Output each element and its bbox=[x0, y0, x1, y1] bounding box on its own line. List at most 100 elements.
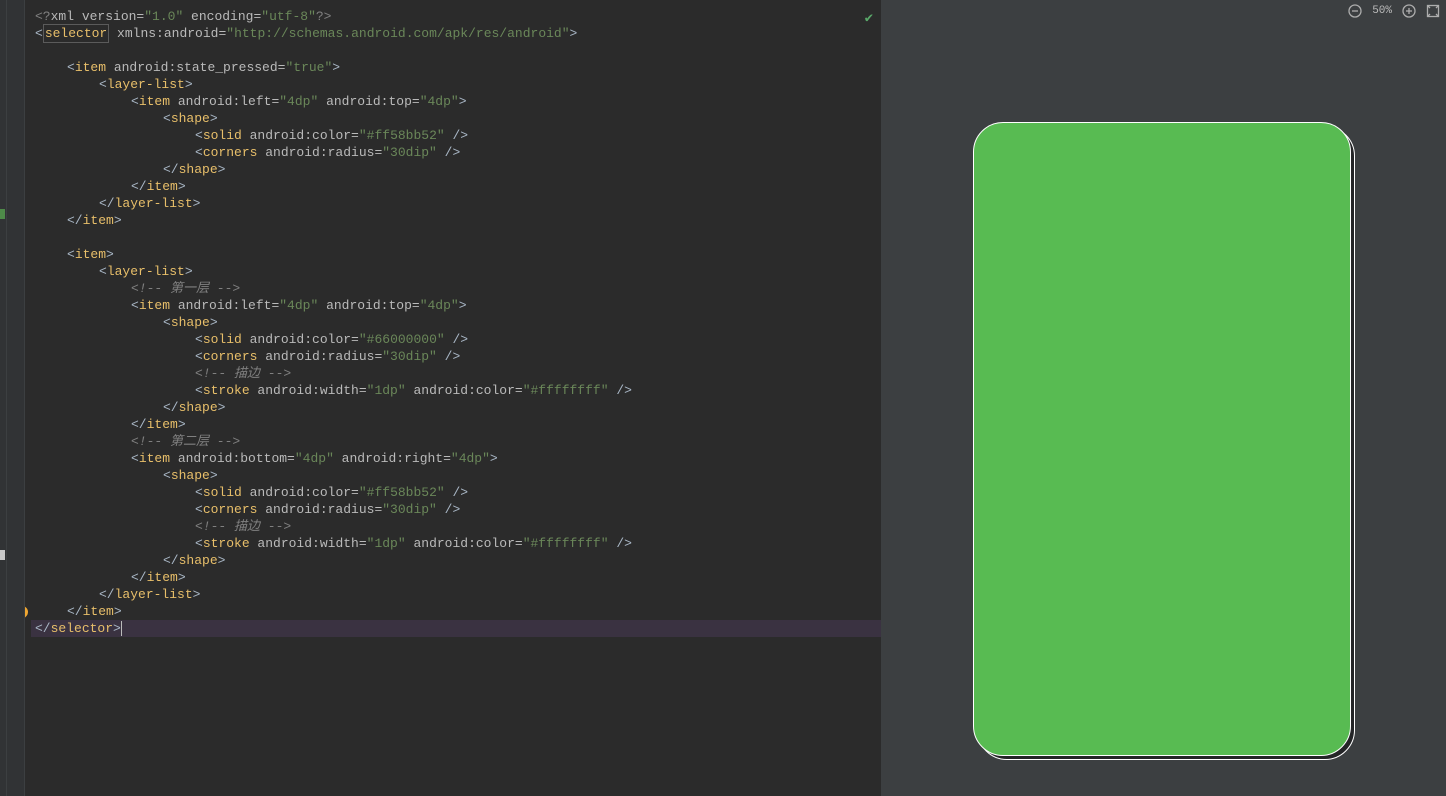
code-token: < bbox=[195, 535, 203, 552]
code-token: < bbox=[131, 297, 139, 314]
code-token: stroke bbox=[203, 382, 250, 399]
code-token: layer-list bbox=[115, 195, 193, 212]
code-line[interactable] bbox=[31, 42, 881, 59]
code-token: "utf-8" bbox=[261, 8, 316, 25]
code-line[interactable]: </item> bbox=[31, 178, 881, 195]
code-token: item bbox=[139, 450, 170, 467]
code-token: > bbox=[570, 25, 578, 42]
preview-toolbar: 50% bbox=[1346, 2, 1442, 20]
code-token: /> bbox=[445, 331, 468, 348]
code-token: > bbox=[185, 76, 193, 93]
code-token: < bbox=[99, 76, 107, 93]
code-token: "4dp" bbox=[279, 93, 318, 110]
code-token: < bbox=[195, 382, 203, 399]
code-token: item bbox=[139, 93, 170, 110]
code-line[interactable]: </shape> bbox=[31, 161, 881, 178]
code-token: xml version= bbox=[51, 8, 145, 25]
code-line[interactable]: <item android:state_pressed="true"> bbox=[31, 59, 881, 76]
code-token: < bbox=[131, 93, 139, 110]
code-token: ?> bbox=[316, 8, 332, 25]
code-line[interactable]: <!-- 描边 --> bbox=[31, 365, 881, 382]
code-line[interactable]: <selector xmlns:android="http://schemas.… bbox=[31, 25, 881, 42]
code-token: "4dp" bbox=[420, 93, 459, 110]
code-line[interactable]: <solid android:color="#ff58bb52" /> bbox=[31, 127, 881, 144]
code-line[interactable]: <?xml version="1.0" encoding="utf-8"?> bbox=[31, 8, 881, 25]
code-token: "4dp" bbox=[295, 450, 334, 467]
code-token: "30dip" bbox=[382, 144, 437, 161]
code-token: < bbox=[163, 314, 171, 331]
code-token: < bbox=[195, 127, 203, 144]
code-token: android:color= bbox=[406, 382, 523, 399]
code-token: android:radius= bbox=[257, 348, 382, 365]
code-line[interactable]: </layer-list> bbox=[31, 586, 881, 603]
code-token: corners bbox=[203, 501, 258, 518]
code-line[interactable]: <stroke android:width="1dp" android:colo… bbox=[31, 382, 881, 399]
code-token: layer-list bbox=[107, 263, 185, 280]
gutter-change-marker[interactable] bbox=[0, 550, 5, 560]
code-token: shape bbox=[171, 110, 210, 127]
code-token: "4dp" bbox=[279, 297, 318, 314]
code-token: < bbox=[99, 263, 107, 280]
fold-gutter bbox=[7, 0, 25, 796]
code-line[interactable]: </item> bbox=[31, 416, 881, 433]
code-token: > bbox=[210, 467, 218, 484]
code-token: android:color= bbox=[242, 331, 359, 348]
code-token: /> bbox=[437, 348, 460, 365]
code-token: "http://schemas.android.com/apk/res/andr… bbox=[226, 25, 569, 42]
code-line[interactable]: <corners android:radius="30dip" /> bbox=[31, 501, 881, 518]
code-line[interactable]: <!-- 第二层 --> bbox=[31, 433, 881, 450]
code-line[interactable]: <layer-list> bbox=[31, 76, 881, 93]
code-line[interactable]: <shape> bbox=[31, 110, 881, 127]
code-line[interactable]: </selector> bbox=[31, 620, 881, 637]
code-line[interactable]: <shape> bbox=[31, 314, 881, 331]
code-token: < bbox=[67, 246, 75, 263]
code-line[interactable]: <layer-list> bbox=[31, 263, 881, 280]
code-token: shape bbox=[171, 314, 210, 331]
code-line[interactable]: <item> bbox=[31, 246, 881, 263]
zoom-in-button[interactable] bbox=[1400, 2, 1418, 20]
gutter-change-marker[interactable] bbox=[0, 209, 5, 219]
code-line[interactable]: </layer-list> bbox=[31, 195, 881, 212]
code-line[interactable]: </item> bbox=[31, 569, 881, 586]
zoom-out-button[interactable] bbox=[1346, 2, 1364, 20]
code-token: </ bbox=[99, 195, 115, 212]
code-token: android:top= bbox=[318, 93, 419, 110]
code-line[interactable]: <corners android:radius="30dip" /> bbox=[31, 348, 881, 365]
code-line[interactable]: </item> bbox=[31, 603, 881, 620]
code-line[interactable]: </shape> bbox=[31, 399, 881, 416]
code-token: item bbox=[75, 246, 106, 263]
code-editor[interactable]: ✔ <?xml version="1.0" encoding="utf-8"?>… bbox=[25, 0, 881, 796]
code-token: android:left= bbox=[170, 93, 279, 110]
code-token: < bbox=[67, 59, 75, 76]
code-line[interactable]: <item android:bottom="4dp" android:right… bbox=[31, 450, 881, 467]
code-line[interactable]: <item android:left="4dp" android:top="4d… bbox=[31, 297, 881, 314]
code-token: android:radius= bbox=[257, 144, 382, 161]
code-token: solid bbox=[203, 331, 242, 348]
code-line[interactable]: <stroke android:width="1dp" android:colo… bbox=[31, 535, 881, 552]
code-token: shape bbox=[179, 399, 218, 416]
code-line[interactable]: </item> bbox=[31, 212, 881, 229]
code-token: < bbox=[163, 467, 171, 484]
code-line[interactable]: <solid android:color="#ff58bb52" /> bbox=[31, 484, 881, 501]
code-token: > bbox=[178, 178, 186, 195]
code-lines-container: <?xml version="1.0" encoding="utf-8"?><s… bbox=[25, 8, 881, 637]
code-token: > bbox=[178, 569, 186, 586]
code-line[interactable]: </shape> bbox=[31, 552, 881, 569]
intent-bulb-icon[interactable] bbox=[25, 604, 30, 621]
code-token: stroke bbox=[203, 535, 250, 552]
code-line[interactable]: <corners android:radius="30dip" /> bbox=[31, 144, 881, 161]
code-line[interactable]: <!-- 描边 --> bbox=[31, 518, 881, 535]
code-token: selector bbox=[51, 620, 113, 637]
code-token: android:right= bbox=[334, 450, 451, 467]
code-line[interactable]: <shape> bbox=[31, 467, 881, 484]
code-line[interactable] bbox=[31, 229, 881, 246]
code-token: item bbox=[139, 297, 170, 314]
code-line[interactable]: <item android:left="4dp" android:top="4d… bbox=[31, 93, 881, 110]
preview-scrollbar[interactable] bbox=[1436, 0, 1446, 796]
code-token: /> bbox=[445, 484, 468, 501]
code-token: > bbox=[114, 603, 122, 620]
code-line[interactable]: <solid android:color="#66000000" /> bbox=[31, 331, 881, 348]
code-token: android:top= bbox=[318, 297, 419, 314]
code-line[interactable]: <!-- 第一层 --> bbox=[31, 280, 881, 297]
code-token: > bbox=[178, 416, 186, 433]
